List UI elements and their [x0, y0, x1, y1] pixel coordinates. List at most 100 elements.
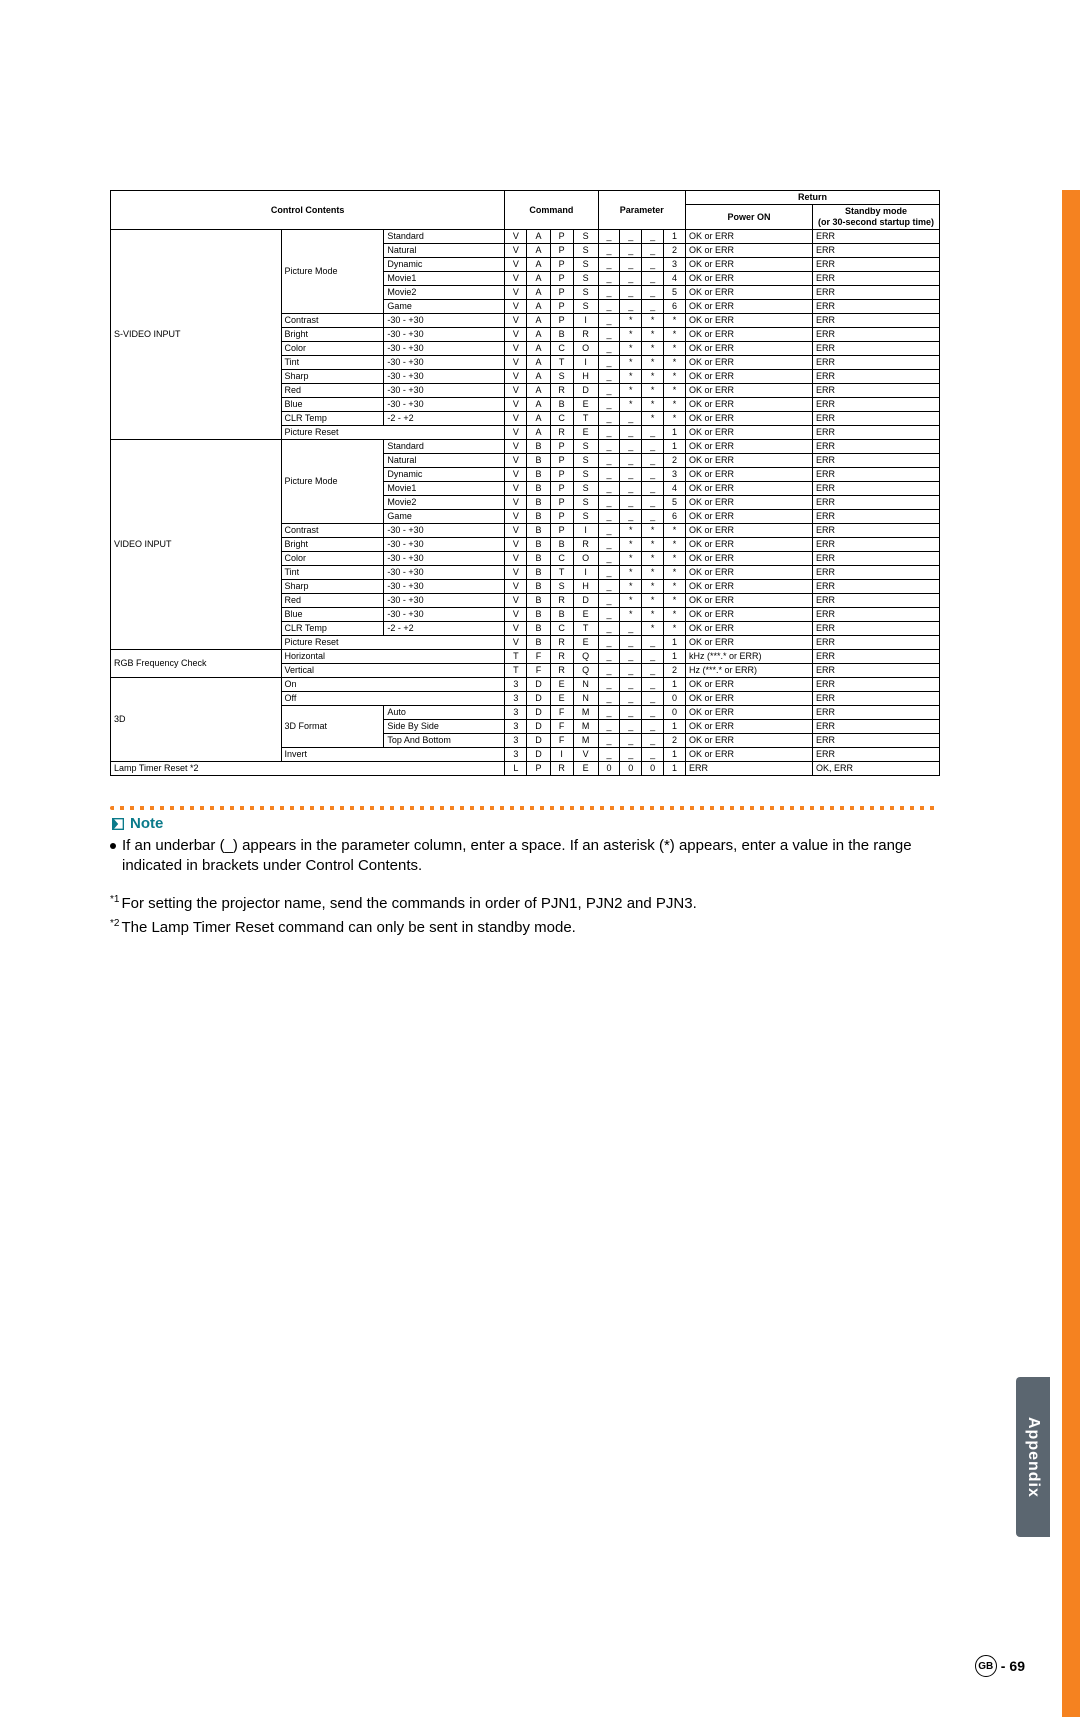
table-cell: 6	[664, 300, 686, 314]
table-cell: *	[642, 314, 664, 328]
table-cell: *	[664, 398, 686, 412]
table-cell: OK or ERR	[686, 384, 813, 398]
table-cell: OK or ERR	[686, 720, 813, 734]
table-cell: E	[573, 398, 598, 412]
table-cell: *	[620, 384, 642, 398]
table-cell: *	[664, 524, 686, 538]
table-cell: V	[505, 258, 527, 272]
table-cell: *	[664, 370, 686, 384]
table-cell: F	[550, 706, 573, 720]
table-cell: ERR	[813, 230, 940, 244]
table-cell: ERR	[813, 314, 940, 328]
table-cell: Contrast	[281, 524, 384, 538]
table-cell: V	[505, 230, 527, 244]
table-cell: S-VIDEO INPUT	[111, 230, 282, 440]
table-cell: B	[550, 328, 573, 342]
table-cell: S	[573, 482, 598, 496]
note-heading-text: Note	[130, 814, 163, 834]
table-cell: Invert	[281, 748, 505, 762]
table-cell: _	[620, 664, 642, 678]
table-cell: D	[527, 720, 550, 734]
table-cell: OK or ERR	[686, 692, 813, 706]
table-cell: B	[550, 608, 573, 622]
table-cell: _	[598, 328, 620, 342]
table-cell: I	[573, 314, 598, 328]
table-cell: ERR	[813, 440, 940, 454]
table-cell: ERR	[813, 524, 940, 538]
table-cell: V	[505, 286, 527, 300]
table-cell: R	[550, 594, 573, 608]
table-cell: *	[664, 580, 686, 594]
th-standby: Standby mode (or 30-second startup time)	[813, 205, 940, 230]
table-cell: *	[642, 608, 664, 622]
table-cell: _	[598, 496, 620, 510]
table-cell: P	[550, 482, 573, 496]
table-cell: ERR	[813, 734, 940, 748]
table-row: RGB Frequency CheckHorizontalTFRQ___1kHz…	[111, 650, 940, 664]
table-cell: _	[642, 510, 664, 524]
table-cell: _	[642, 230, 664, 244]
table-cell: OK or ERR	[686, 398, 813, 412]
table-cell: D	[573, 384, 598, 398]
table-cell: 0	[664, 706, 686, 720]
table-cell: V	[505, 454, 527, 468]
table-cell: V	[505, 594, 527, 608]
table-cell: Tint	[281, 566, 384, 580]
table-cell: OK or ERR	[686, 412, 813, 426]
table-cell: V	[505, 370, 527, 384]
table-cell: V	[505, 580, 527, 594]
table-cell: -30 - +30	[384, 538, 505, 552]
table-cell: I	[573, 566, 598, 580]
table-cell: *	[642, 328, 664, 342]
table-cell: M	[573, 706, 598, 720]
note-heading: Note	[110, 814, 940, 834]
table-cell: -30 - +30	[384, 356, 505, 370]
table-cell: V	[505, 608, 527, 622]
table-cell: OK or ERR	[686, 258, 813, 272]
table-row: S-VIDEO INPUTPicture ModeStandardVAPS___…	[111, 230, 940, 244]
table-cell: A	[527, 314, 550, 328]
table-cell: B	[527, 580, 550, 594]
table-cell: R	[550, 664, 573, 678]
table-cell: Picture Reset	[281, 636, 505, 650]
table-cell: P	[550, 258, 573, 272]
table-cell: ERR	[686, 762, 813, 776]
table-cell: B	[527, 468, 550, 482]
table-cell: _	[598, 608, 620, 622]
table-cell: V	[505, 314, 527, 328]
table-cell: ERR	[813, 370, 940, 384]
table-cell: Color	[281, 342, 384, 356]
table-cell: Movie1	[384, 482, 505, 496]
table-cell: 3	[505, 748, 527, 762]
table-cell: Red	[281, 384, 384, 398]
table-cell: S	[573, 496, 598, 510]
note-text: If an underbar (_) appears in the parame…	[122, 836, 940, 876]
table-cell: S	[573, 300, 598, 314]
table-cell: _	[598, 244, 620, 258]
table-cell: OK or ERR	[686, 552, 813, 566]
table-cell: Auto	[384, 706, 505, 720]
table-cell: _	[598, 706, 620, 720]
table-cell: Movie1	[384, 272, 505, 286]
table-cell: _	[642, 748, 664, 762]
table-cell: OK or ERR	[686, 440, 813, 454]
table-cell: V	[505, 566, 527, 580]
table-cell: S	[550, 370, 573, 384]
table-cell: P	[550, 524, 573, 538]
table-cell: *	[664, 356, 686, 370]
table-cell: S	[573, 440, 598, 454]
table-cell: OK or ERR	[686, 734, 813, 748]
table-cell: _	[642, 636, 664, 650]
table-cell: V	[573, 748, 598, 762]
table-cell: _	[642, 482, 664, 496]
table-cell: E	[550, 692, 573, 706]
table-cell: A	[527, 272, 550, 286]
table-cell: N	[573, 692, 598, 706]
footer-pagenum: 69	[1009, 1658, 1025, 1674]
table-cell: CLR Temp	[281, 622, 384, 636]
table-cell: C	[550, 342, 573, 356]
table-cell: Hz (***.* or ERR)	[686, 664, 813, 678]
table-cell: _	[642, 300, 664, 314]
table-cell: kHz (***.* or ERR)	[686, 650, 813, 664]
table-cell: _	[620, 650, 642, 664]
